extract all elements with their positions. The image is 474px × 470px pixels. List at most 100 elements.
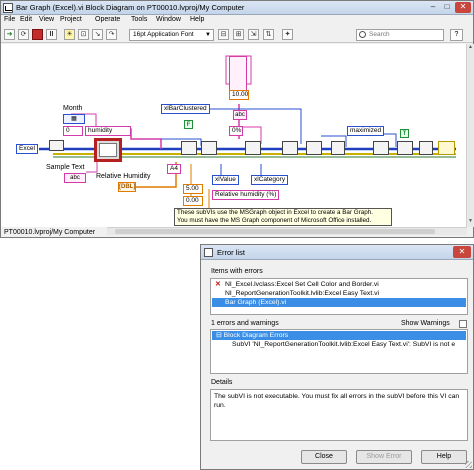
set-chart-node[interactable]: [201, 141, 217, 155]
list-item[interactable]: NI_ReportGenerationToolkit.lvlib:Excel E…: [212, 289, 466, 298]
error-out-indicator[interactable]: [438, 141, 455, 155]
menu-edit[interactable]: Edit: [20, 16, 32, 23]
error-x-icon: ✕: [215, 281, 221, 288]
step-over-icon[interactable]: ↷: [106, 29, 117, 40]
tree-item-label: SubVI 'NI_ReportGenerationToolkit.lvlib:…: [232, 341, 456, 348]
month-control[interactable]: ▦: [63, 114, 85, 124]
menu-help[interactable]: Help: [190, 16, 204, 23]
items-with-errors-label: Items with errors: [211, 268, 263, 275]
project-status: PT00010.lvproj/My Computer: [4, 229, 96, 236]
sample-text-control[interactable]: abc: [64, 173, 86, 183]
retain-wire-values-icon[interactable]: ⊡: [78, 29, 89, 40]
error-list-title-bar[interactable]: Error list ✕: [201, 245, 473, 260]
context-help-button[interactable]: ?: [450, 29, 463, 41]
scroll-up-icon[interactable]: ▲: [467, 44, 474, 52]
scroll-down-icon[interactable]: ▼: [467, 218, 474, 226]
tree-item[interactable]: SubVI 'NI_ReportGenerationToolkit.lvlib:…: [212, 340, 466, 349]
errors-and-warnings-list[interactable]: ⊟ Block Diagram Errors SubVI 'NI_ReportG…: [210, 329, 468, 374]
set-axis-node[interactable]: [245, 141, 261, 155]
title-bar[interactable]: Bar Graph (Excel).vi Block Diagram on PT…: [1, 1, 473, 15]
text-array-control[interactable]: [229, 56, 247, 94]
relative-humidity-control[interactable]: [DBL]: [118, 182, 136, 192]
show-warnings-checkbox[interactable]: [459, 320, 467, 328]
step-into-icon[interactable]: ↘: [92, 29, 103, 40]
reorder-icon[interactable]: ⇅: [263, 29, 274, 40]
horizontal-scroll-thumb[interactable]: [115, 229, 435, 234]
diagram-comment: These subVIs use the MSGraph object in E…: [174, 208, 392, 226]
xl-category-constant[interactable]: xlCategory: [251, 175, 289, 185]
pause-icon[interactable]: II: [46, 29, 57, 40]
close-icon[interactable]: ✕: [453, 246, 471, 258]
details-label: Details: [211, 379, 233, 386]
run-continuously-icon[interactable]: ⟳: [18, 29, 29, 40]
set-axis-title-node[interactable]: [282, 141, 298, 155]
false-constant[interactable]: F: [184, 120, 193, 129]
menu-window[interactable]: Window: [156, 16, 181, 23]
window-title: Bar Graph (Excel).vi Block Diagram on PT…: [16, 3, 245, 12]
comment-line-2: You must have the MS Graph component of …: [177, 217, 372, 224]
abort-icon[interactable]: [32, 29, 43, 40]
tree-item-selected[interactable]: ⊟ Block Diagram Errors: [212, 331, 466, 340]
menu-file[interactable]: File: [4, 16, 15, 23]
search-icon: [359, 31, 366, 38]
new-report-node[interactable]: [49, 140, 64, 151]
row-index-constant[interactable]: 0: [63, 126, 83, 136]
font-select[interactable]: 16pt Application Font ▼: [129, 29, 214, 41]
vertical-scrollbar[interactable]: ▲ ▼: [466, 44, 474, 227]
cleanup-diagram-icon[interactable]: ✦: [282, 29, 293, 40]
excel-constant[interactable]: Excel: [16, 144, 38, 154]
show-warnings-label: Show Warnings: [401, 320, 450, 327]
horizontal-scrollbar[interactable]: [107, 227, 467, 235]
set-scale-node[interactable]: [306, 141, 322, 155]
percent-constant[interactable]: 0%: [229, 126, 243, 136]
report-node[interactable]: [397, 141, 413, 155]
maximize-icon[interactable]: □: [441, 2, 453, 13]
block-diagram-window: Bar Graph (Excel).vi Block Diagram on PT…: [0, 0, 474, 238]
graph-node-icon: [99, 143, 117, 157]
format-node[interactable]: abc: [233, 110, 247, 120]
major-unit-constant[interactable]: 5.00: [183, 184, 203, 194]
items-with-errors-list[interactable]: ✕ NI_Excel.lvclass:Excel Set Cell Color …: [210, 278, 468, 315]
run-arrow-icon[interactable]: ➜: [4, 29, 15, 40]
format-node-2[interactable]: [331, 141, 345, 155]
xl-bar-clustered-constant[interactable]: xlBarClustered: [161, 104, 210, 114]
list-item-label: Bar Graph (Excel).vi: [225, 299, 287, 306]
distribute-icon[interactable]: ⊞: [233, 29, 244, 40]
month-label: Month: [63, 105, 83, 112]
list-item[interactable]: ✕ NI_Excel.lvclass:Excel Set Cell Color …: [212, 280, 466, 289]
maximized-constant[interactable]: maximized: [347, 126, 385, 136]
help-button[interactable]: Help: [421, 450, 467, 464]
close-button[interactable]: Close: [301, 450, 347, 464]
humidity-constant[interactable]: humidity: [85, 126, 131, 136]
list-item-selected[interactable]: Bar Graph (Excel).vi: [212, 298, 466, 307]
menu-tools[interactable]: Tools: [131, 16, 147, 23]
menu-operate[interactable]: Operate: [95, 16, 120, 23]
highlight-execution-icon[interactable]: ☀: [64, 29, 75, 40]
minimize-icon[interactable]: –: [427, 2, 439, 13]
a4-constant[interactable]: A4: [167, 164, 181, 174]
search-input[interactable]: Search: [356, 29, 444, 41]
list-item-label: NI_Excel.lvclass:Excel Set Cell Color an…: [225, 281, 379, 288]
menu-project[interactable]: Project: [60, 16, 82, 23]
window-state-node[interactable]: [373, 141, 389, 155]
show-error-button[interactable]: Show Error: [356, 450, 412, 464]
menu-bar: File Edit View Project Operate Tools Win…: [1, 15, 473, 26]
xl-value-constant[interactable]: xlValue: [212, 175, 239, 185]
sample-text-label: Sample Text: [46, 164, 85, 171]
true-constant[interactable]: T: [400, 129, 409, 138]
diagram-canvas[interactable]: Excel Month ▦ 0 humidity Sample Text abc…: [1, 44, 467, 227]
font-select-value: 16pt Application Font: [133, 31, 194, 38]
dispose-report-node[interactable]: [419, 141, 433, 155]
resize-grip-icon[interactable]: [465, 461, 472, 468]
expand-icon[interactable]: ⊟: [216, 332, 222, 339]
min-value-constant[interactable]: 0.00: [183, 196, 203, 206]
close-icon[interactable]: ✕: [455, 2, 471, 13]
align-icon[interactable]: ⊟: [218, 29, 229, 40]
menu-view[interactable]: View: [39, 16, 54, 23]
max-value-constant[interactable]: 10.00: [229, 90, 249, 100]
excel-insert-graph-node[interactable]: [94, 138, 122, 162]
axis-title-constant[interactable]: Relative humidity (%): [212, 190, 280, 200]
set-chart-type-node[interactable]: [181, 141, 197, 155]
labview-icon: [204, 248, 213, 257]
resize-icon[interactable]: ⇲: [248, 29, 259, 40]
